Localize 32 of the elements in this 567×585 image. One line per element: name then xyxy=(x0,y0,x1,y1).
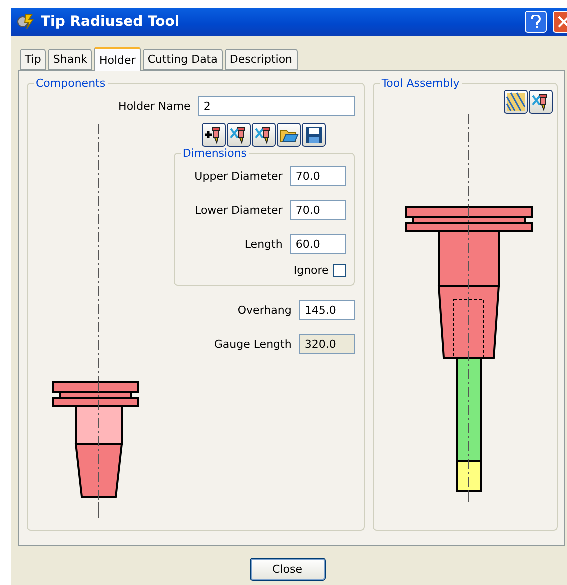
field-label: Holder Name xyxy=(118,100,191,112)
field-label: Overhang xyxy=(238,304,292,316)
window-title: Tip Radiused Tool xyxy=(41,14,181,30)
ignore-checkbox[interactable] xyxy=(332,264,346,277)
delete-tool-icon[interactable] xyxy=(529,90,553,114)
delete-tool-icon[interactable] xyxy=(226,123,251,147)
number-field[interactable]: 70.0 xyxy=(290,200,346,220)
number-field[interactable]: 70.0 xyxy=(290,166,346,186)
field-label: Gauge Length xyxy=(214,338,292,350)
tab[interactable]: Shank xyxy=(48,49,92,70)
open-folder-icon[interactable] xyxy=(276,123,301,147)
tab[interactable]: Holder xyxy=(94,47,141,71)
group-title: Tool Assembly xyxy=(380,77,461,90)
field-label: Length xyxy=(244,238,283,250)
tab[interactable]: Description xyxy=(224,49,298,70)
checkbox-label: Ignore xyxy=(294,264,329,277)
tab[interactable]: Tip xyxy=(20,49,46,70)
save-icon[interactable] xyxy=(302,123,326,147)
group-title: Components xyxy=(35,77,107,90)
close-button[interactable]: Close xyxy=(250,558,326,581)
hatch-view-icon[interactable] xyxy=(504,90,528,114)
add-tool-icon[interactable] xyxy=(202,123,226,147)
field-label: Upper Diameter xyxy=(194,170,283,182)
number-field[interactable]: 60.0 xyxy=(290,234,346,254)
field-label: Lower Diameter xyxy=(195,204,283,216)
tab[interactable]: Cutting Data xyxy=(142,49,223,70)
remove-tool-icon[interactable] xyxy=(252,123,276,147)
number-field[interactable]: 145.0 xyxy=(298,300,355,320)
tool-icon xyxy=(17,13,35,31)
holder-name-field[interactable]: 2 xyxy=(198,96,355,116)
help-icon[interactable] xyxy=(525,11,547,33)
group-title: Dimensions xyxy=(182,147,248,160)
